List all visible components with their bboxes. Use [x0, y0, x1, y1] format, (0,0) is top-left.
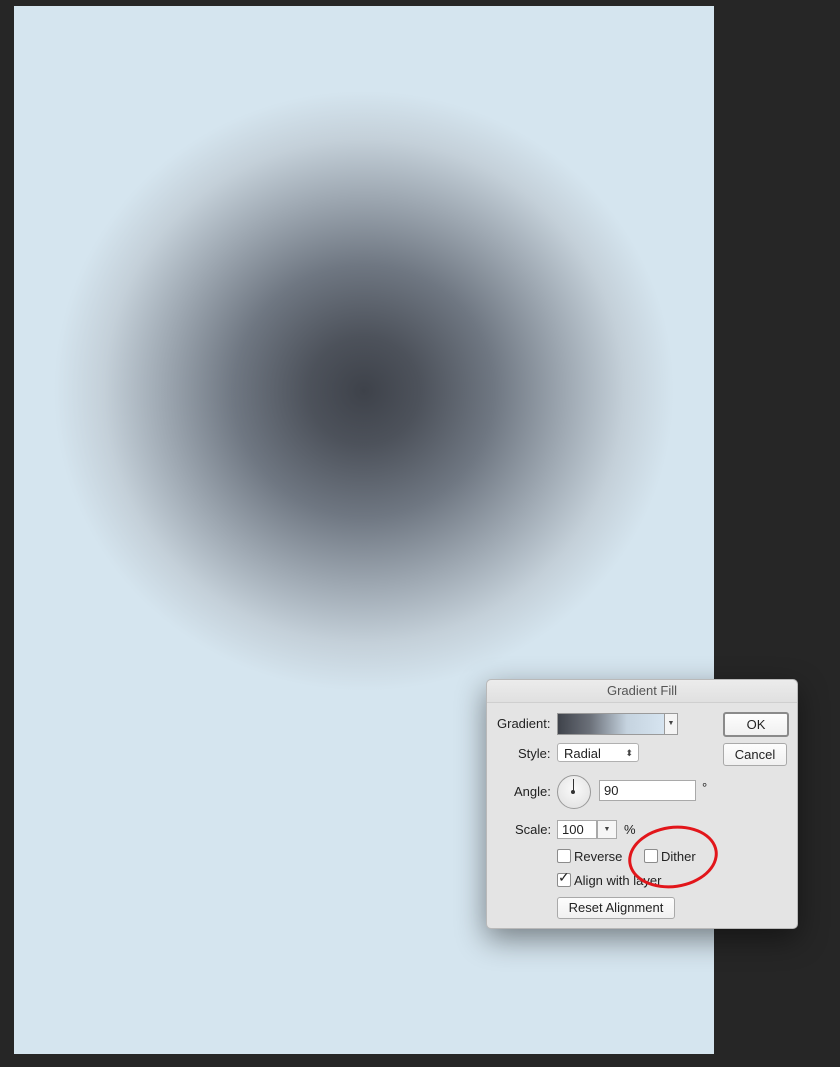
gradient-picker[interactable] [557, 713, 665, 735]
gradient-label: Gradient: [497, 716, 551, 731]
reverse-label: Reverse [574, 849, 623, 864]
dialog-title: Gradient Fill [487, 680, 797, 703]
scale-dropdown-arrow-icon[interactable]: ▼ [597, 820, 617, 839]
reverse-checkbox[interactable] [557, 849, 571, 863]
angle-unit: ° [702, 780, 708, 795]
scale-unit: % [624, 822, 636, 837]
angle-input[interactable] [599, 780, 696, 801]
style-value: Radial [564, 746, 601, 761]
align-with-layer-checkbox[interactable]: ✓ [557, 869, 571, 887]
gradient-fill-dialog: Gradient Fill Gradient: ▼ OK Cancel Styl… [486, 679, 798, 929]
style-select[interactable]: Radial ⬍ [557, 743, 639, 762]
checkmark-icon: ✓ [558, 869, 570, 885]
updown-arrows-icon: ⬍ [625, 748, 633, 758]
cancel-button[interactable]: Cancel [723, 743, 787, 766]
scale-input[interactable] [557, 820, 597, 839]
style-label: Style: [518, 746, 551, 761]
angle-dial[interactable] [557, 775, 591, 809]
angle-center-icon [571, 790, 575, 794]
gradient-dropdown-arrow-icon[interactable]: ▼ [664, 713, 678, 735]
ok-button[interactable]: OK [723, 712, 789, 737]
angle-label: Angle: [514, 784, 551, 799]
reset-alignment-button[interactable]: Reset Alignment [557, 897, 675, 919]
scale-label: Scale: [515, 822, 552, 837]
